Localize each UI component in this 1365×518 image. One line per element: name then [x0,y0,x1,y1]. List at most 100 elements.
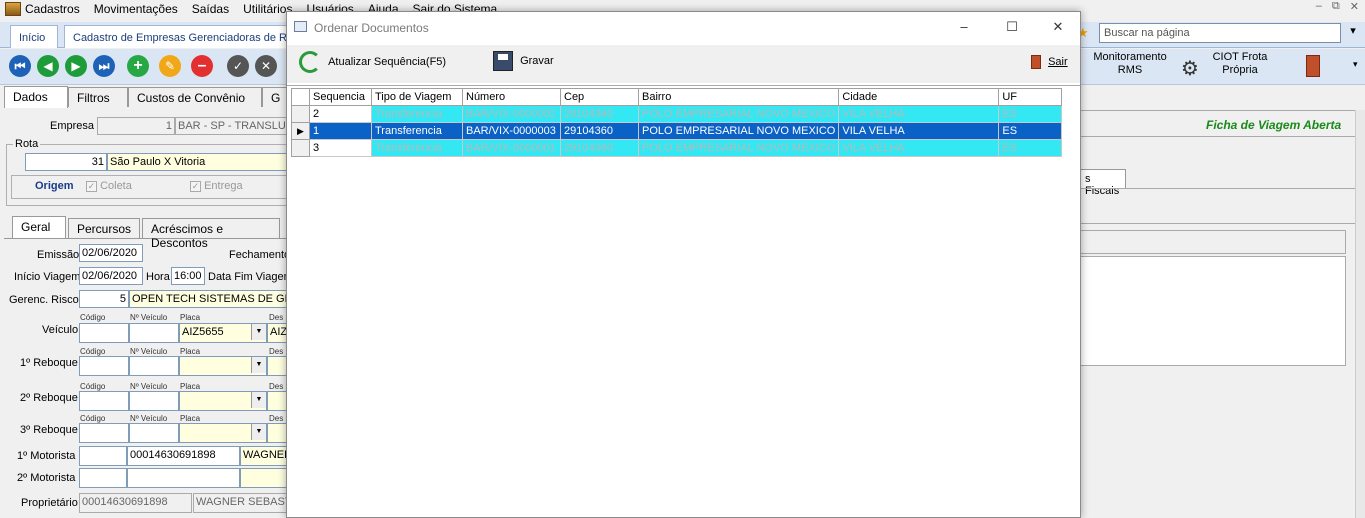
column-header-cidade[interactable]: Cidade [838,88,1000,106]
reboque3-nveiculo-field[interactable] [129,423,179,443]
cell-sequencia[interactable]: 2 [309,105,372,123]
veiculo-codigo-field[interactable] [79,323,129,343]
cell-cep[interactable]: 29104360 [560,122,639,140]
table-row-selected[interactable]: ▶ 1 Transferencia BAR/VIX-0000003 291043… [291,122,1063,140]
minimize-icon[interactable]: – [1316,0,1322,13]
motorista2-code-field[interactable] [79,468,127,488]
column-header-numero[interactable]: Número [462,88,561,106]
row-indicator[interactable] [291,139,310,157]
search-input[interactable]: Buscar na página [1099,23,1341,43]
cell-bairro[interactable]: POLO EMPRESARIAL NOVO MEXICO [637,105,840,123]
reboque2-codigo-field[interactable] [79,391,129,411]
sair-button[interactable]: Sair [1031,55,1068,69]
inicio-viagem-field[interactable]: 02/06/2020 [79,267,143,285]
motorista1-code-field[interactable] [79,446,127,466]
cell-numero[interactable]: BAR/VIX-0000001 [462,139,561,157]
tab-inicio[interactable]: Início [10,25,58,48]
edit-icon[interactable]: ✎ [159,55,181,77]
next-record-icon[interactable]: ▶ [65,55,87,77]
veiculo-nveiculo-field[interactable] [129,323,179,343]
tab-cadastro-empresas[interactable]: Cadastro de Empresas Gerenciadoras de R [64,25,288,48]
atualizar-sequencia-button[interactable]: Atualizar Sequência(F5) [299,51,446,73]
cell-tipo-viagem[interactable]: Transferencia [371,122,463,140]
close-icon[interactable]: ✕ [1049,18,1067,36]
menu-cadastros[interactable]: Cadastros [25,2,80,16]
chevron-down-icon[interactable]: ▼ [251,392,266,408]
hora-field[interactable]: 16:00 [171,267,205,285]
row-indicator[interactable] [291,105,310,123]
cell-numero[interactable]: BAR/VIX-0000003 [462,122,561,140]
chevron-down-icon[interactable]: ▼ [251,424,266,440]
cell-bairro[interactable]: POLO EMPRESARIAL NOVO MEXICO [637,139,840,157]
cell-tipo-viagem[interactable]: Transferencia [371,105,463,123]
column-header-sequencia[interactable]: Sequencia [309,88,372,106]
gerenc-risco-code-field[interactable]: 5 [79,290,129,308]
menu-saidas[interactable]: Saídas [192,2,229,16]
confirm-icon[interactable]: ✓ [227,55,249,77]
cell-bairro[interactable]: POLO EMPRESARIAL NOVO MEXICO [637,122,840,140]
last-record-icon[interactable]: ⏭ [93,55,115,77]
first-record-icon[interactable]: ⏮ [9,55,31,77]
column-header-tipo-viagem[interactable]: Tipo de Viagem [371,88,463,106]
chevron-down-icon[interactable]: ▾ [1345,24,1361,42]
ciot-frota-propria-button[interactable]: CIOT Frota Própria [1210,51,1270,77]
reboque1-placa-select[interactable]: ▼ [179,356,267,376]
motorista1-cpf-field[interactable]: 00014630691898 [127,446,240,466]
maximize-icon[interactable]: ☐ [1003,18,1021,36]
chevron-down-icon[interactable]: ▾ [1353,59,1358,70]
entrega-checkbox[interactable]: ✓ Entrega [190,180,243,192]
exit-door-icon[interactable] [1306,55,1320,77]
menu-movimentacoes[interactable]: Movimentações [94,2,178,16]
column-header-bairro[interactable]: Bairro [637,88,840,106]
cell-uf[interactable]: ES [998,105,1063,123]
empresa-code-field[interactable]: 1 [97,117,175,135]
coleta-checkbox[interactable]: ✓ Coleta [86,180,132,192]
reboque1-codigo-field[interactable] [79,356,129,376]
tab-acrescimos-descontos[interactable]: Acréscimos e Descontos [142,218,280,250]
reboque1-nveiculo-field[interactable] [129,356,179,376]
cell-numero[interactable]: BAR/VIX-0000002 [462,105,561,123]
cell-cidade[interactable]: VILA VELHA [838,105,1000,123]
cell-sequencia[interactable]: 3 [309,139,372,157]
cell-cidade[interactable]: VILA VELHA [838,122,1000,140]
restore-icon[interactable]: ⧉ [1332,0,1340,13]
tab-dados[interactable]: Dados [4,86,68,108]
reboque3-placa-select[interactable]: ▼ [179,423,267,443]
add-icon[interactable]: + [127,55,149,77]
column-header-cep[interactable]: Cep [560,88,639,106]
cell-cep[interactable]: 29104360 [560,139,639,157]
rota-code-field[interactable]: 31 [25,153,107,171]
column-header-uf[interactable]: UF [998,88,1063,106]
chevron-down-icon[interactable]: ▼ [251,324,266,340]
close-icon[interactable]: ✕ [1350,0,1359,13]
tab-fiscais[interactable]: s Fiscais [1080,169,1126,197]
cell-sequencia[interactable]: 1 [309,122,372,140]
delete-icon[interactable]: – [191,55,213,77]
chevron-down-icon[interactable]: ▼ [251,357,266,373]
veiculo-placa-select[interactable]: AIZ5655 ▼ [179,323,267,343]
tab-percursos[interactable]: Percursos [68,218,140,238]
table-row[interactable]: 3 Transferencia BAR/VIX-0000001 29104360… [291,139,1063,157]
cell-tipo-viagem[interactable]: Transferencia [371,139,463,157]
gravar-button[interactable]: Gravar [493,51,554,71]
monitoramento-rms-button[interactable]: Monitoramento RMS [1085,51,1175,77]
emissao-field[interactable]: 02/06/2020 [79,244,143,262]
cell-cidade[interactable]: VILA VELHA [838,139,1000,157]
cell-cep[interactable]: 29104360 [560,105,639,123]
cell-uf[interactable]: ES [998,122,1063,140]
cell-uf[interactable]: ES [998,139,1063,157]
cancel-icon[interactable]: ✕ [255,55,277,77]
tab-filtros[interactable]: Filtros [68,87,128,107]
tab-geral[interactable]: Geral [12,216,66,238]
tab-custos-convenio[interactable]: Custos de Convênio [128,87,262,107]
scrollbar[interactable] [1355,110,1365,518]
table-row[interactable]: 2 Transferencia BAR/VIX-0000002 29104360… [291,105,1063,123]
gears-icon[interactable]: ⚙ [1181,56,1199,81]
reboque3-codigo-field[interactable] [79,423,129,443]
reboque2-placa-select[interactable]: ▼ [179,391,267,411]
motorista2-cpf-field[interactable] [127,468,240,488]
reboque2-nveiculo-field[interactable] [129,391,179,411]
prev-record-icon[interactable]: ◀ [37,55,59,77]
minimize-icon[interactable]: – [955,18,973,36]
row-indicator-arrow-icon[interactable]: ▶ [291,122,310,140]
